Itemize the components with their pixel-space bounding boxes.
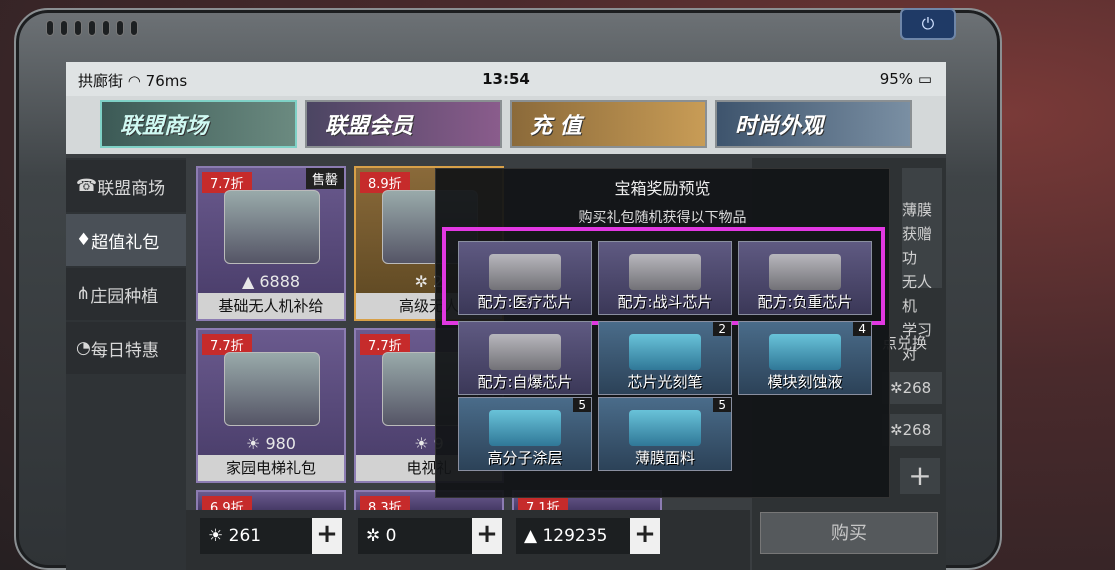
tab-alliance-mall[interactable]: 联盟商场	[100, 100, 297, 148]
fabric-image	[629, 410, 701, 446]
currency-gear: ✲ 0 +	[358, 518, 502, 554]
reward-item[interactable]: 5 高分子涂层	[458, 397, 592, 471]
power-button[interactable]: ⏻	[900, 8, 956, 40]
price-row: ✲268	[882, 414, 942, 446]
reward-item[interactable]: 5 薄膜面料	[598, 397, 732, 471]
status-bar: 拱廊街 ◠ 76ms 13:54 95% ▭	[66, 62, 946, 96]
add-tri-button[interactable]: +	[630, 518, 660, 554]
pack-card[interactable]: 6.9折	[196, 490, 346, 517]
modal-subtitle: 购买礼包随机获得以下物品	[578, 210, 747, 226]
power-icon: ⏻	[921, 14, 935, 33]
liquid-image	[769, 334, 841, 370]
clock-icon: ◔	[76, 338, 91, 358]
reward-item[interactable]: 配方:负重芯片	[738, 241, 872, 315]
triangle-icon: ▲	[524, 526, 538, 546]
sidebar-item-packs[interactable]: ♦ 超值礼包	[66, 214, 186, 266]
reward-preview-modal: 宝箱奖励预览 购买礼包随机获得以下物品 配方:医疗芯片 配方:战斗芯片 配方:负…	[435, 168, 890, 498]
currency-tri: ▲ 129235 +	[516, 518, 660, 554]
tab-fashion[interactable]: 时尚外观	[715, 100, 912, 148]
sidebar-item-daily[interactable]: ◔ 每日特惠	[66, 322, 186, 374]
currency-gold: ☀ 261 +	[200, 518, 342, 554]
plant-icon: ⋔	[76, 284, 91, 304]
battery: 95% ▭	[879, 70, 932, 88]
recipe-image	[489, 334, 561, 370]
pack-image	[224, 352, 320, 426]
recipe-image	[629, 254, 701, 290]
coating-image	[489, 410, 561, 446]
reward-item[interactable]: 配方:自爆芯片	[458, 321, 592, 395]
reward-item[interactable]: 配方:战斗芯片	[598, 241, 732, 315]
gear-icon: ✲	[366, 526, 381, 546]
currency-bar: ☀ 261 + ✲ 0 + ▲ 129235 +	[186, 510, 750, 570]
sun-icon: ☀	[208, 526, 224, 546]
shop-icon: ☎	[76, 176, 98, 196]
price: ☀ 980	[246, 434, 296, 453]
add-gold-button[interactable]: +	[312, 518, 342, 554]
price-row: ✲268	[882, 372, 942, 404]
count-badge: 4	[853, 322, 871, 336]
pack-name: 基础无人机补给	[198, 293, 344, 319]
tab-alliance-member[interactable]: 联盟会员	[305, 100, 502, 148]
recipe-image	[489, 254, 561, 290]
pack-name: 家园电梯礼包	[198, 455, 344, 481]
count-badge: 5	[573, 398, 591, 412]
top-tabs: 联盟商场 联盟会员 充 值 时尚外观	[66, 96, 946, 154]
modal-title: 宝箱奖励预览	[614, 179, 711, 198]
vent-grille	[46, 20, 138, 36]
pack-card[interactable]: 7.7折 售罄 ▲ 6888 基础无人机补给	[196, 166, 346, 321]
description: 薄膜 获赠功 无人机 学习对	[902, 168, 942, 363]
soldout-badge: 售罄	[305, 168, 344, 189]
diamond-icon: ♦	[76, 230, 92, 250]
pen-image	[629, 334, 701, 370]
sidebar: ☎ 联盟商场 ♦ 超值礼包 ⋔ 庄园种植 ◔ 每日特惠	[66, 158, 186, 570]
clock: 13:54	[482, 70, 530, 88]
pack-image	[224, 190, 320, 264]
price: ▲ 6888	[241, 272, 301, 291]
exchange-label: 点兑换	[882, 334, 928, 352]
recipe-image	[769, 254, 841, 290]
tab-recharge[interactable]: 充 值	[510, 100, 707, 148]
reward-item[interactable]: 4 模块刻蚀液	[738, 321, 872, 395]
sidebar-item-mall[interactable]: ☎ 联盟商场	[66, 160, 186, 212]
count-badge: 2	[713, 322, 731, 336]
count-badge: 5	[713, 398, 731, 412]
add-gear-button[interactable]: +	[472, 518, 502, 554]
battery-icon: ▭	[917, 70, 932, 88]
reward-item[interactable]: 2 芯片光刻笔	[598, 321, 732, 395]
sidebar-item-farm[interactable]: ⋔ 庄园种植	[66, 268, 186, 320]
increase-button[interactable]: +	[900, 458, 940, 494]
reward-item[interactable]: 配方:医疗芯片	[458, 241, 592, 315]
pack-card[interactable]: 7.7折 ☀ 980 家园电梯礼包	[196, 328, 346, 483]
buy-button[interactable]: 购买	[760, 512, 938, 554]
